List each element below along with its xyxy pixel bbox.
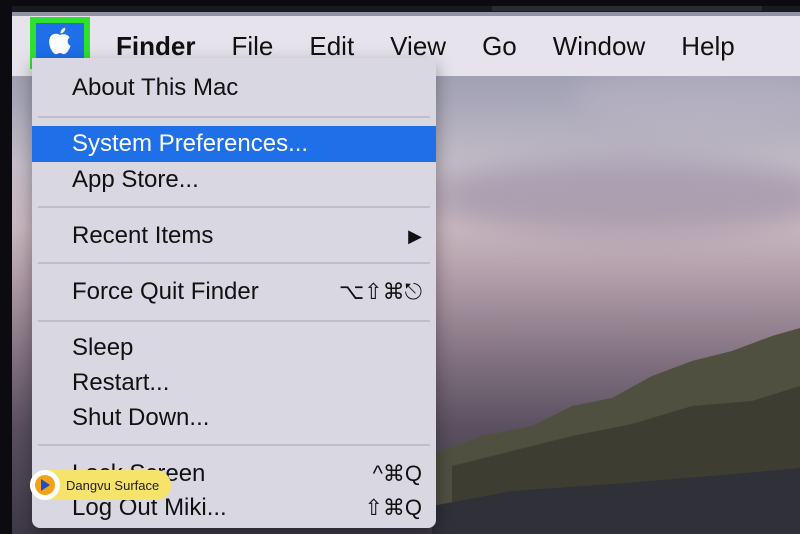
menu-item-label: Restart... xyxy=(72,369,170,396)
watermark-badge: Dangvu Surface xyxy=(30,470,172,500)
menu-item-app-store[interactable]: App Store... xyxy=(32,162,436,198)
menu-item-label: Force Quit Finder xyxy=(72,278,259,305)
menu-separator xyxy=(38,320,430,322)
menu-help[interactable]: Help xyxy=(681,31,734,62)
menu-item-recent-items[interactable]: Recent Items ▶ xyxy=(32,218,436,254)
menu-item-about[interactable]: About This Mac xyxy=(32,70,436,106)
menu-item-label: System Preferences... xyxy=(72,130,309,157)
menu-window[interactable]: Window xyxy=(553,31,645,62)
watermark-label: Dangvu Surface xyxy=(66,477,160,493)
menu-item-shortcut: ^⌘Q xyxy=(372,461,422,486)
menu-item-label: Sleep xyxy=(72,334,134,361)
menu-item-force-quit[interactable]: Force Quit Finder ⌥⇧⌘⎋ xyxy=(32,274,436,310)
menu-item-restart[interactable]: Restart... xyxy=(32,365,436,401)
menu-item-label: About This Mac xyxy=(72,74,239,101)
menu-separator xyxy=(38,444,430,446)
menu-item-shortcut: ⇧⌘Q xyxy=(364,495,422,520)
menu-finder[interactable]: Finder xyxy=(116,31,195,62)
menu-file[interactable]: File xyxy=(231,31,273,62)
menu-item-system-preferences[interactable]: System Preferences... xyxy=(32,126,436,162)
menu-item-shortcut: ⌥⇧⌘⎋ xyxy=(338,279,422,304)
menu-item-sleep[interactable]: Sleep xyxy=(32,330,436,366)
menu-view[interactable]: View xyxy=(390,31,446,62)
menu-item-label: Shut Down... xyxy=(72,404,210,431)
desktop-frame: Finder File Edit View Go Window Help Abo… xyxy=(12,6,800,534)
menu-separator xyxy=(38,206,430,208)
menu-edit[interactable]: Edit xyxy=(309,31,354,62)
menu-separator xyxy=(38,116,430,118)
submenu-arrow-icon: ▶ xyxy=(408,225,422,246)
menu-item-shut-down[interactable]: Shut Down... xyxy=(32,400,436,436)
apple-icon xyxy=(47,26,73,61)
menu-go[interactable]: Go xyxy=(482,31,517,62)
watermark-logo-icon xyxy=(30,470,60,500)
menu-item-label: App Store... xyxy=(72,166,199,193)
apple-menu-dropdown: About This Mac System Preferences... App… xyxy=(32,58,436,528)
menu-separator xyxy=(38,262,430,264)
menu-item-label: Recent Items xyxy=(72,222,214,249)
